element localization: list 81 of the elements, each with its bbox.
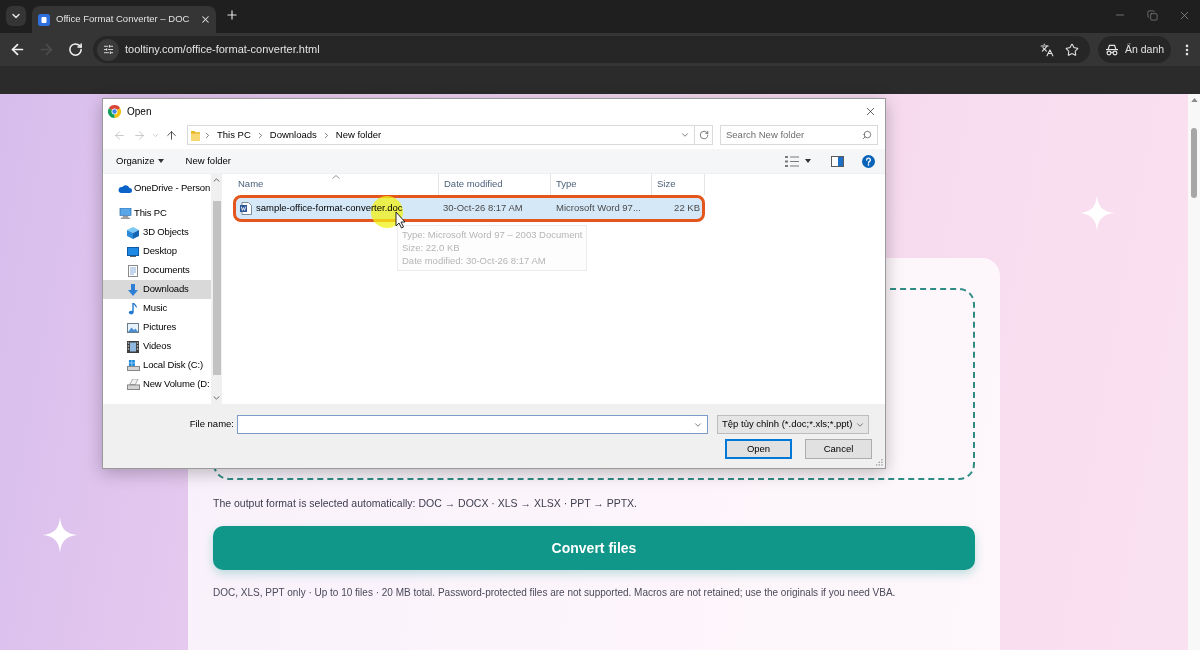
table-cell: Microsoft Word 97... (556, 202, 641, 214)
search-field[interactable]: Search New folder (720, 125, 878, 145)
back-arrow-icon (112, 128, 126, 142)
nav-item[interactable]: Downloads (103, 280, 211, 299)
nav-item[interactable]: OneDrive - Person (103, 179, 211, 198)
address-bar[interactable]: tooltiny.com/office-format-converter.html (93, 36, 1090, 63)
forward-arrow-icon (132, 128, 146, 142)
tab-search-button[interactable] (6, 6, 26, 26)
convert-button[interactable]: Convert files (213, 526, 975, 570)
incognito-chip[interactable]: Ẩn danh (1098, 36, 1171, 63)
reload-icon (67, 42, 83, 57)
nav-item[interactable]: Videos (103, 337, 211, 356)
preview-pane-icon (831, 155, 844, 167)
nav-item[interactable]: This PC (103, 204, 211, 223)
cloud-icon (118, 184, 132, 193)
cube-icon (127, 226, 139, 239)
word-document-icon (240, 202, 252, 215)
breadcrumb-item[interactable]: Downloads (267, 127, 319, 143)
document-icon (128, 264, 138, 277)
scrollbar-thumb[interactable] (212, 201, 221, 375)
field-label: File name: (188, 417, 235, 432)
drive-icon (126, 379, 140, 390)
film-icon (127, 340, 139, 353)
nav-item[interactable]: Music (103, 299, 211, 318)
tooltip-line: Type: Microsoft Word 97 – 2003 Document (402, 229, 583, 241)
nav-item[interactable]: 3D Objects (103, 223, 211, 242)
dialog-title: Open (127, 104, 152, 119)
toolbar-menu-button[interactable]: Organize (111, 151, 169, 171)
nav-item[interactable]: Desktop (103, 242, 211, 261)
restore-icon (1146, 9, 1158, 21)
download-arrow-icon (127, 283, 139, 296)
scrollbar-thumb[interactable] (1191, 128, 1197, 198)
app-logo-icon (108, 104, 121, 118)
tooltip-line: Size: 22.0 KB (402, 242, 461, 254)
drive-icon (126, 360, 140, 371)
chevron-right-icon (203, 130, 212, 140)
toolbar-button[interactable]: New folder (180, 151, 236, 171)
file-name-field[interactable] (237, 415, 708, 434)
dropdown-caret-icon (680, 130, 690, 140)
nav-item[interactable]: Local Disk (C:) (103, 356, 211, 375)
scroll-up-arrow-icon (1190, 98, 1198, 102)
close-icon (199, 14, 211, 25)
table-cell: 22 KB (674, 201, 700, 216)
translate-icon (1040, 42, 1054, 57)
breadcrumb-item[interactable]: New folder (333, 127, 384, 143)
caret-down-icon (157, 159, 164, 163)
desktop-icon (127, 246, 139, 257)
plus-icon (225, 8, 239, 22)
up-arrow-icon (164, 128, 178, 142)
nav-item[interactable]: Documents (103, 261, 211, 280)
bookmark-star-icon (1065, 42, 1079, 57)
search-icon (862, 130, 872, 140)
url-text: tooltiny.com/office-format-converter.html (125, 42, 320, 58)
file-type-select[interactable]: Tệp tùy chỉnh (*.doc;*.xls;*.ppt) (717, 415, 869, 434)
refresh-icon (698, 130, 709, 140)
sparkle-icon (42, 517, 78, 553)
dialog-button[interactable]: Open (725, 439, 792, 459)
nav-item[interactable]: Pictures (103, 318, 211, 337)
nav-item[interactable]: New Volume (D: (103, 375, 211, 394)
path-bar[interactable]: This PC Downloads New folder (187, 125, 713, 145)
limits-note: DOC, XLS, PPT only · Up to 10 files · 20 MB total. Password-protected files are not supported. Macros are not retained; use the originals if you need VBA. (213, 586, 897, 600)
breadcrumb-item[interactable]: This PC (215, 127, 253, 143)
site-settings-icon (102, 44, 114, 55)
output-format-note: The output format is selected automatically: DOC → DOCX · XLS → XLSX · PPT → PPTX. (213, 496, 639, 510)
incognito-icon (1104, 43, 1119, 56)
table-cell: 30-Oct-26 8:17 AM (443, 202, 523, 214)
help-icon (862, 154, 875, 168)
dialog-button[interactable]: Cancel (805, 439, 872, 459)
details-view-icon (785, 155, 799, 167)
computer-icon (118, 208, 132, 219)
picture-icon (127, 322, 139, 333)
sparkle-icon (1079, 195, 1115, 231)
site-logo-icon (38, 13, 50, 26)
caret-down-icon (805, 159, 811, 163)
music-note-icon (128, 302, 138, 315)
browser-tab[interactable]: Office Format Converter – DOC (32, 6, 216, 33)
tooltip-line: Date modified: 30-Oct-26 8:17 AM (402, 255, 547, 267)
site-info-button[interactable] (97, 38, 119, 61)
sort-caret-icon (332, 175, 340, 179)
folder-icon (191, 129, 200, 141)
resize-grip-icon (876, 459, 883, 466)
